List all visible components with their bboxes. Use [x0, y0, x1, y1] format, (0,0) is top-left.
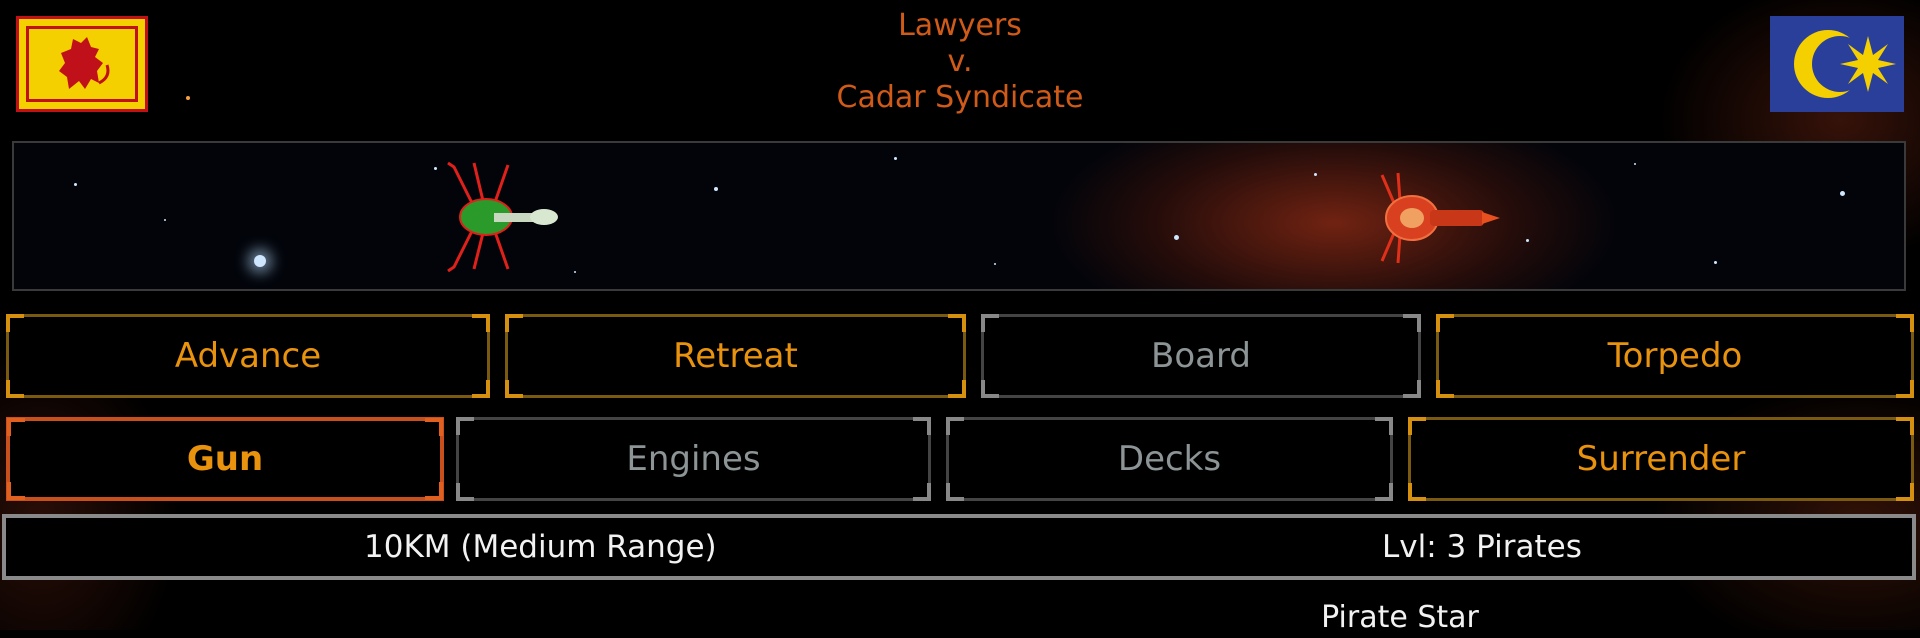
surrender-button-label: Surrender — [1576, 439, 1746, 479]
nebula — [1054, 143, 1614, 289]
background-star — [186, 96, 190, 100]
surrender-button[interactable]: Surrender — [1408, 417, 1914, 501]
range-status: 10KM (Medium Range) — [364, 529, 717, 565]
retreat-button[interactable]: Retreat — [505, 314, 966, 398]
target-engines-label: Engines — [626, 439, 761, 479]
target-engines-button[interactable]: Engines — [456, 417, 931, 501]
player-ship-icon — [447, 161, 558, 273]
enemy-ship-name: Pirate Star — [1321, 600, 1479, 635]
target-decks-label: Decks — [1117, 439, 1222, 479]
retreat-button-label: Retreat — [673, 336, 798, 376]
enemy-level-status: Lvl: 3 Pirates — [1382, 529, 1582, 565]
torpedo-button-label: Torpedo — [1607, 336, 1743, 376]
player-flag-icon — [16, 16, 148, 112]
status-bar: 10KM (Medium Range) Lvl: 3 Pirates — [2, 514, 1916, 580]
battle-view — [12, 141, 1906, 291]
advance-button-label: Advance — [174, 336, 322, 376]
advance-button[interactable]: Advance — [6, 314, 490, 398]
target-gun-label: Gun — [186, 439, 264, 479]
enemy-flag-icon — [1770, 16, 1904, 112]
torpedo-button[interactable]: Torpedo — [1436, 314, 1914, 398]
combat-title: Lawyers v. Cadar Syndicate — [760, 8, 1160, 116]
target-gun-button[interactable]: Gun — [6, 417, 444, 501]
versus-label: v. — [947, 44, 973, 79]
board-button[interactable]: Board — [981, 314, 1421, 398]
player-name: Lawyers — [898, 8, 1022, 43]
board-button-label: Board — [1151, 336, 1251, 376]
target-decks-button[interactable]: Decks — [946, 417, 1393, 501]
enemy-ship-icon — [1380, 172, 1500, 264]
enemy-name: Cadar Syndicate — [836, 80, 1084, 115]
